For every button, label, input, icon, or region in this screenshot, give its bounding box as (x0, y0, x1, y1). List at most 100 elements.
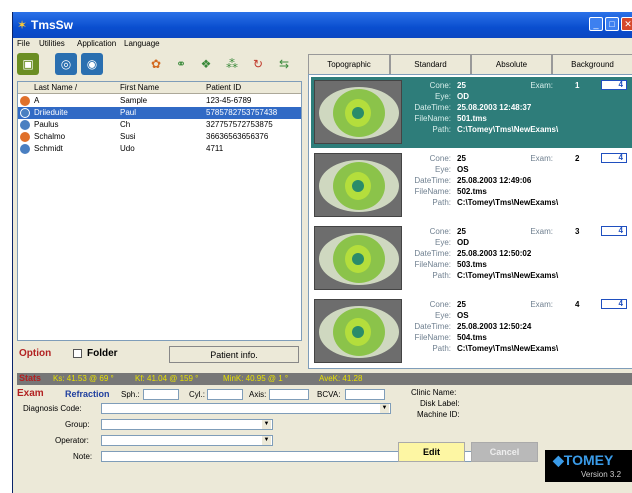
patient-last-name: Schmidt (34, 144, 63, 153)
exam-item[interactable]: Cone: 25 Exam: 2 4 Eye: OS DateTime: 25.… (311, 150, 632, 221)
column-first-name[interactable]: First Name (120, 83, 159, 92)
quad-map-icon[interactable]: ⁂ (221, 53, 243, 75)
stats-label: Stats (19, 373, 42, 383)
path-value: C:\Tomey\Tms\NewExams\ (457, 271, 559, 280)
menu-application[interactable]: Application (77, 39, 116, 48)
path-value: C:\Tomey\Tms\NewExams\ (457, 344, 559, 353)
version-label: Version 3.2 (581, 470, 622, 479)
menu-file[interactable]: File (17, 39, 30, 48)
column-last-name[interactable]: Last Name / (34, 83, 77, 92)
logo-brand: ◆TOMEY (553, 452, 614, 468)
column-patient-id[interactable]: Patient ID (206, 83, 241, 92)
option-label: Option (19, 348, 52, 359)
map-tabs: Topographic Standard Absolute Background (308, 54, 632, 74)
tab-background[interactable]: Background (552, 54, 632, 74)
minimize-button[interactable]: _ (589, 17, 603, 31)
eye-label: Eye: (434, 165, 451, 174)
patient-row[interactable]: Schmidt Udo 4711 (18, 143, 301, 155)
exam-section-label: Exam (17, 388, 44, 399)
menu-language[interactable]: Language (124, 39, 160, 48)
sph-label: Sph.: (121, 390, 140, 399)
exam-list[interactable]: Cone: 25 Exam: 1 4 Eye: OD DateTime: 25.… (308, 74, 632, 369)
filename-value: 503.tms (457, 260, 487, 269)
exam-item[interactable]: Cone: 25 Exam: 4 4 Eye: OS DateTime: 25.… (311, 296, 632, 367)
patient-icon (20, 120, 30, 130)
diagnosis-code-label: Diagnosis Code: (23, 404, 82, 413)
chevron-down-icon: ▼ (380, 404, 389, 413)
multi-map-icon[interactable]: ❖ (195, 53, 217, 75)
patient-last-name: Schalmo (34, 132, 66, 141)
patient-list[interactable]: Last Name / First Name Patient ID A Samp… (17, 81, 302, 341)
rotate-map-icon[interactable]: ↻ (247, 53, 269, 75)
patient-icon (20, 96, 30, 106)
patient-row[interactable]: Driieduite Paul 5785782753757438 (18, 107, 301, 119)
exam-count-box: 4 (601, 153, 627, 163)
stats-kf: Kf: 41.04 @ 159 ° (135, 374, 199, 383)
path-label: Path: (432, 198, 451, 207)
chevron-down-icon: ▼ (262, 436, 271, 445)
bcva-field[interactable] (345, 389, 385, 400)
sph-field[interactable] (143, 389, 179, 400)
compare-icon[interactable]: ⚭ (170, 53, 192, 75)
diagnosis-code-select[interactable]: ▼ (101, 403, 391, 414)
exam-count-box: 4 (601, 226, 627, 236)
bcva-label: BCVA: (317, 390, 341, 399)
patient-last-name: A (34, 96, 40, 105)
patient-row[interactable]: Schalmo Susi 36636563656376 (18, 131, 301, 143)
difference-map-icon[interactable]: ⇆ (273, 53, 295, 75)
patient-first-name: Udo (120, 144, 135, 153)
patients-icon[interactable]: ▣ (17, 53, 39, 75)
edit-button[interactable]: Edit (398, 442, 465, 462)
cone-label: Cone: (429, 154, 451, 163)
exam-item[interactable]: Cone: 25 Exam: 3 4 Eye: OD DateTime: 25.… (311, 223, 632, 294)
axis-field[interactable] (269, 389, 309, 400)
operator-select[interactable]: ▼ (101, 435, 273, 446)
eyes-icon[interactable]: ◉ (81, 53, 103, 75)
datetime-label: DateTime: (414, 176, 451, 185)
patient-info-button[interactable]: Patient info. (169, 346, 299, 363)
datetime-value: 25.08.2003 12:48:37 (457, 103, 532, 112)
axis-label: Axis: (249, 390, 267, 399)
cancel-button[interactable]: Cancel (471, 442, 538, 462)
cyl-field[interactable] (207, 389, 243, 400)
exam-item[interactable]: Cone: 25 Exam: 1 4 Eye: OD DateTime: 25.… (311, 77, 632, 148)
patient-first-name: Sample (120, 96, 148, 105)
eye-label: Eye: (434, 238, 451, 247)
path-value: C:\Tomey\Tms\NewExams\ (457, 198, 559, 207)
app-icon: ✶ (17, 18, 28, 32)
maximize-button[interactable]: □ (605, 17, 619, 31)
patient-icon (20, 132, 30, 142)
exam-label: Exam: (530, 300, 553, 309)
menu-utilities[interactable]: Utilities (39, 39, 65, 48)
filename-label: FileName: (414, 260, 451, 269)
group-select[interactable]: ▼ (101, 419, 273, 430)
color-map-icon[interactable]: ✿ (145, 53, 167, 75)
title-bar[interactable]: ✶ TmsSw _ □ ✕ (13, 12, 632, 38)
exam-number: 3 (575, 227, 580, 236)
eye-value: OD (457, 238, 469, 247)
tab-topographic[interactable]: Topographic (308, 54, 390, 74)
close-button[interactable]: ✕ (621, 17, 632, 31)
eye-label: Eye: (434, 311, 451, 320)
eye-value: OS (457, 311, 469, 320)
patient-row[interactable]: Paulus Ch 327757572753875 (18, 119, 301, 131)
eye-label: Eye: (434, 92, 451, 101)
application-window: ✶ TmsSw _ □ ✕ File Utilities Application… (12, 12, 632, 493)
patient-row[interactable]: A Sample 123-45-6789 (18, 95, 301, 107)
eye-icon[interactable]: ◎ (55, 53, 77, 75)
stats-avek: AveK: 41.28 (319, 374, 363, 383)
folder-label: Folder (87, 348, 118, 359)
datetime-value: 25.08.2003 12:49:06 (457, 176, 532, 185)
cone-label: Cone: (429, 300, 451, 309)
folder-checkbox[interactable] (73, 349, 82, 358)
chevron-down-icon: ▼ (262, 420, 271, 429)
tab-absolute[interactable]: Absolute (471, 54, 552, 74)
path-value: C:\Tomey\Tms\NewExams\ (457, 125, 559, 134)
path-label: Path: (432, 125, 451, 134)
exam-panel: Exam Refraction Sph.: Cyl.: Axis: BCVA: … (13, 386, 632, 493)
tab-standard[interactable]: Standard (390, 54, 471, 74)
cyl-label: Cyl.: (189, 390, 205, 399)
cone-value: 25 (457, 227, 466, 236)
note-label: Note: (73, 452, 93, 461)
topography-map-thumbnail (314, 80, 402, 144)
